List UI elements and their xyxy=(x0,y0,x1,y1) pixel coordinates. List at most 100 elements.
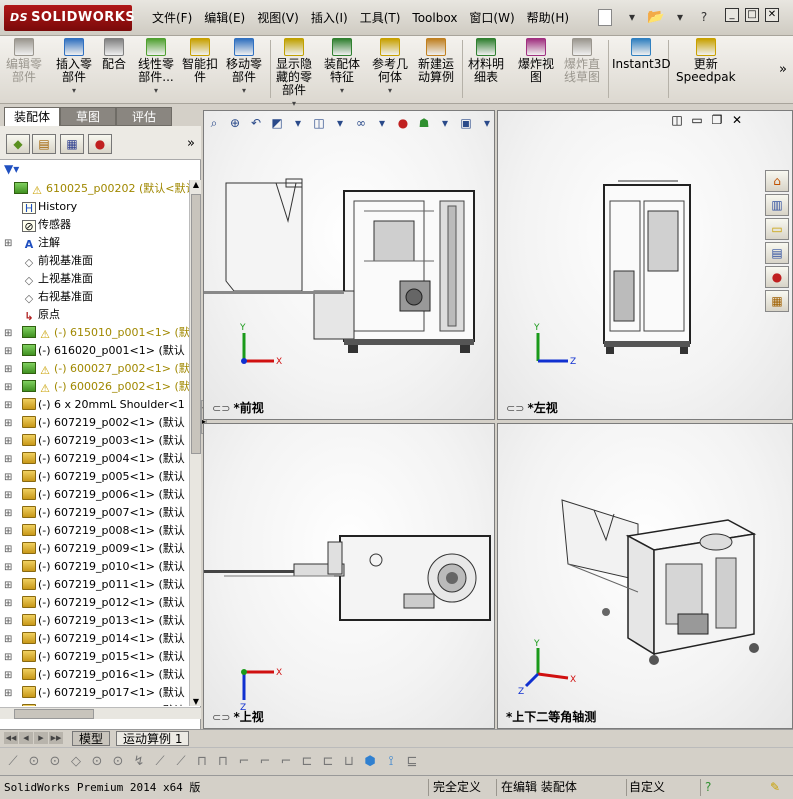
expand-icon[interactable]: ⊞ xyxy=(4,595,14,613)
circle-icon[interactable]: ⊙ xyxy=(25,753,43,771)
view-settings-icon[interactable]: ▣ xyxy=(457,114,475,132)
tab-motion-study[interactable]: 运动算例 1 xyxy=(116,731,190,746)
command-button-12[interactable]: 爆炸直 线草图 xyxy=(564,38,600,84)
expand-icon[interactable]: ⊞ xyxy=(4,703,14,706)
tree-item[interactable]: ◇ 前视基准面 xyxy=(0,252,189,270)
custom-properties-icon[interactable]: ▦ xyxy=(765,290,789,312)
menu-item-2[interactable]: 视图(V) xyxy=(251,10,305,26)
view-orientation-icon[interactable]: ▾ xyxy=(289,114,307,132)
new-dropdown-icon[interactable]: ▾ xyxy=(622,8,642,26)
tab-model[interactable]: 模型 xyxy=(72,731,111,746)
tree-item[interactable]: ⊞ (-) 607219_p011<1> (默认 xyxy=(0,576,189,594)
command-dropdown-icon[interactable]: ▾ xyxy=(138,84,174,97)
property-manager-icon[interactable]: ▤ xyxy=(32,134,56,154)
expand-icon[interactable]: ⊞ xyxy=(4,361,14,379)
view-palette-icon[interactable]: ▤ xyxy=(765,242,789,264)
scroll-up-icon[interactable]: ▲ xyxy=(190,180,202,189)
menu-item-5[interactable]: Toolbox xyxy=(406,10,463,26)
tree-item[interactable]: ⊞ (-) 6 x 20mmL Shoulder<1 xyxy=(0,396,189,414)
zoom-to-fit-icon[interactable]: ⌕ xyxy=(205,114,223,132)
tree-horizontal-scrollbar[interactable] xyxy=(0,707,201,719)
menu-item-1[interactable]: 编辑(E) xyxy=(198,10,251,26)
viewport-restore-icon[interactable]: ❐ xyxy=(710,114,724,128)
filter-icon[interactable]: ▼▾ xyxy=(4,162,19,178)
tree-item[interactable]: ⊞ (-) 616020_p001<1> (默认 xyxy=(0,342,189,360)
tree-item[interactable]: ⊞ (-) 607219_p002<1> (默认 xyxy=(0,414,189,432)
tree-item[interactable]: ⊞ (-) 607219_p017<1> (默认 xyxy=(0,684,189,702)
display-style-dropdown-icon[interactable]: ▾ xyxy=(331,114,349,132)
slot-icon[interactable]: ⊏ xyxy=(319,753,337,771)
display-icon[interactable]: ⊑ xyxy=(403,753,421,771)
tree-item[interactable]: ⊞ A 注解 xyxy=(0,234,189,252)
solidworks-resources-icon[interactable]: ⌂ xyxy=(765,170,789,192)
expand-icon[interactable]: ⊞ xyxy=(4,577,14,595)
offset-icon[interactable]: ⊓ xyxy=(193,753,211,771)
rectangle-icon[interactable]: ⊏ xyxy=(298,753,316,771)
ellipse-icon[interactable]: ⊙ xyxy=(88,753,106,771)
command-button-11[interactable]: 爆炸视 图 xyxy=(518,38,554,84)
status-custom[interactable]: 自定义 xyxy=(626,779,696,796)
expand-icon[interactable]: ⊞ xyxy=(4,505,14,523)
tree-item[interactable]: ⊞ (-) 607219_p007<1> (默认 xyxy=(0,504,189,522)
rebuild-status-icon[interactable]: ✎ xyxy=(766,779,788,796)
design-library-icon[interactable]: ▥ xyxy=(765,194,789,216)
viewport-minimize-icon[interactable]: ▭ xyxy=(690,114,704,128)
trim-icon[interactable]: ⟋ xyxy=(151,753,169,771)
convert-icon[interactable]: ⌐ xyxy=(277,753,295,771)
tab-assembly[interactable]: 装配体 xyxy=(4,107,60,126)
expand-icon[interactable]: ⊞ xyxy=(4,631,14,649)
apply-scene-dropdown-icon[interactable]: ▾ xyxy=(436,114,454,132)
expand-icon[interactable]: ⊞ xyxy=(4,379,14,397)
appearances-icon[interactable]: ● xyxy=(765,266,789,288)
tree-item[interactable]: ⚠ 610025_p00202 (默认<默认 xyxy=(0,180,189,198)
section-view-icon[interactable]: ◩ xyxy=(268,114,286,132)
point-icon[interactable]: ⊙ xyxy=(109,753,127,771)
zoom-to-area-icon[interactable]: ⊕ xyxy=(226,114,244,132)
minimize-icon[interactable]: _ xyxy=(725,8,739,22)
tree-item[interactable]: ⊞ (-) 607219_p012<1> (默认 xyxy=(0,594,189,612)
command-button-7[interactable]: 装配体 特征 ▾ xyxy=(324,38,360,97)
last-tab-icon[interactable]: ▶▶ xyxy=(49,732,63,744)
command-button-9[interactable]: 新建运 动算例 xyxy=(418,38,454,84)
edit-appearance-icon[interactable]: ● xyxy=(394,114,412,132)
tree-item[interactable]: ⊞ (-) 607219_p015<1> (默认 xyxy=(0,648,189,666)
command-button-10[interactable]: 材料明 细表 xyxy=(468,38,504,84)
command-dropdown-icon[interactable]: ▾ xyxy=(372,84,408,97)
close-icon[interactable]: ✕ xyxy=(765,8,779,22)
expand-icon[interactable]: ⊞ xyxy=(4,433,14,451)
tree-item[interactable]: ⊞ (-) 607219_p005<1> (默认 xyxy=(0,468,189,486)
scroll-down-icon[interactable]: ▼ xyxy=(190,697,202,706)
display-style-icon[interactable]: ◫ xyxy=(310,114,328,132)
viewport-isometric[interactable]: Y X Z *上下二等角轴测 xyxy=(497,423,793,729)
tree-item[interactable]: ⊞ (-) 607219_p013<1> (默认 xyxy=(0,612,189,630)
command-dropdown-icon[interactable]: ▾ xyxy=(56,84,92,97)
polygon-icon[interactable]: ◇ xyxy=(67,753,85,771)
tree-item[interactable]: H History xyxy=(0,198,189,216)
configuration-manager-icon[interactable]: ▦ xyxy=(60,134,84,154)
tree-item[interactable]: ⊞ ⚠ (-) 615010_p001<1> (默 xyxy=(0,324,189,342)
viewport-top[interactable]: Z X ⊂⊃ *上视 xyxy=(203,423,495,729)
next-tab-icon[interactable]: ▶ xyxy=(34,732,48,744)
tree-item[interactable]: ⊞ (-) 607219_p003<1> (默认 xyxy=(0,432,189,450)
command-dropdown-icon[interactable]: ▾ xyxy=(324,84,360,97)
command-button-1[interactable]: 插入零 部件 ▾ xyxy=(56,38,92,97)
help-icon[interactable]: ? xyxy=(694,8,714,26)
expand-icon[interactable]: ⊞ xyxy=(4,613,14,631)
tree-item[interactable]: ◇ 上视基准面 xyxy=(0,270,189,288)
open-dropdown-icon[interactable]: ▾ xyxy=(670,8,690,26)
help-status-icon[interactable]: ? xyxy=(700,779,720,796)
menu-item-4[interactable]: 工具(T) xyxy=(354,10,407,26)
tree-item[interactable]: ◇ 右视基准面 xyxy=(0,288,189,306)
tree-item[interactable]: ⊞ (-) 607219_p004<1> (默认 xyxy=(0,450,189,468)
command-button-13[interactable]: Instant3D xyxy=(612,38,671,71)
link-views-icon[interactable]: ⊂⊃ xyxy=(506,402,524,415)
menu-item-3[interactable]: 插入(I) xyxy=(305,10,354,26)
expand-icon[interactable]: ⊞ xyxy=(4,487,14,505)
expand-icon[interactable]: ⊞ xyxy=(4,325,14,343)
maximize-icon[interactable]: □ xyxy=(745,8,759,22)
new-document-icon[interactable] xyxy=(598,8,612,26)
smart-dimension-icon[interactable]: ⬢ xyxy=(361,753,379,771)
tree-item[interactable]: ⊞ (-) 607219_p010<1> (默认 xyxy=(0,558,189,576)
tab-evaluate[interactable]: 评估 xyxy=(116,107,172,126)
hide-show-items-icon[interactable]: ∞ xyxy=(352,114,370,132)
